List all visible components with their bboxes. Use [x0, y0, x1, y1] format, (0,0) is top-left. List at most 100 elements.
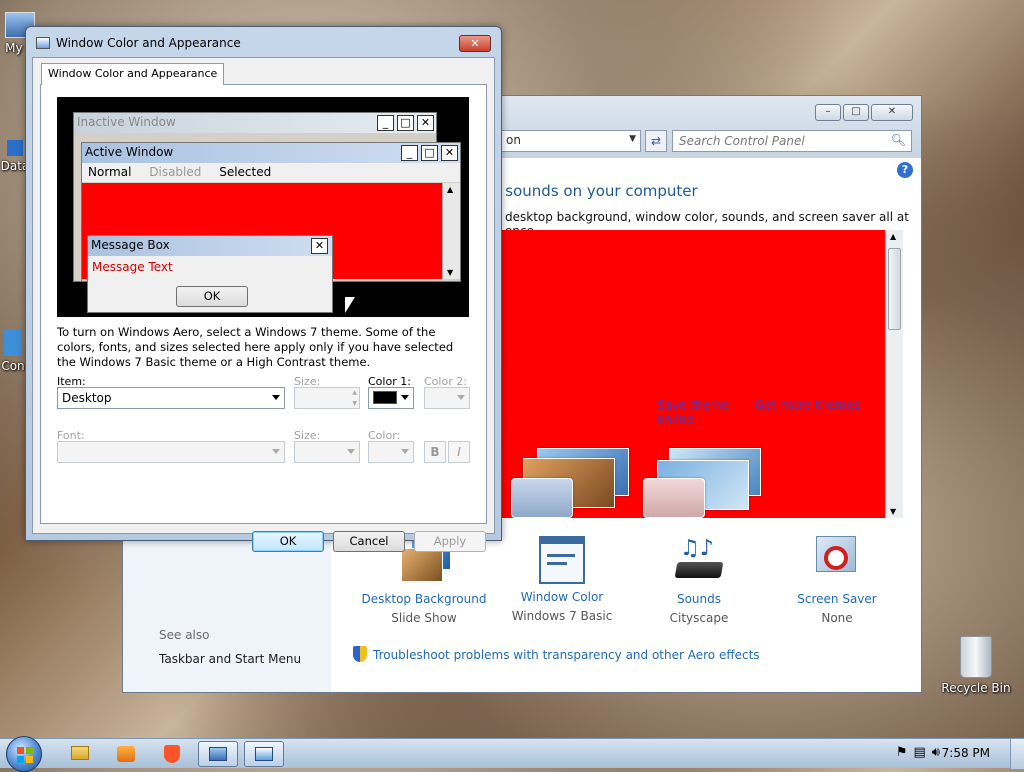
scroll-down-icon[interactable]: ▼ [890, 507, 896, 516]
apply-button[interactable]: Apply [414, 531, 486, 552]
close-icon: ✕ [441, 145, 458, 161]
desktop-icon-label: Recycle Bin [941, 681, 1011, 695]
caption-buttons: – □ ✕ [815, 104, 913, 121]
maximize-icon: □ [397, 115, 414, 131]
network-icon[interactable]: ▤ [914, 745, 926, 760]
window-color-title: Window Color [520, 590, 604, 604]
screen-saver-option[interactable]: Screen Saver None [772, 536, 902, 625]
bold-button[interactable]: B [424, 441, 446, 463]
font-select[interactable] [57, 441, 285, 463]
scroll-up-icon[interactable]: ▲ [890, 232, 896, 241]
preview-ok-button: OK [176, 286, 248, 307]
chevron-down-icon [272, 395, 280, 400]
sounds-value: Cityscape [669, 611, 729, 625]
close-button[interactable]: ✕ [871, 104, 913, 121]
font-size-select[interactable] [294, 441, 360, 463]
preview-message-box[interactable]: Message Box ✕ Message Text OK [87, 235, 333, 313]
see-also-heading: See also [159, 628, 210, 642]
clock[interactable]: 7:58 PM [942, 746, 990, 760]
chevron-down-icon[interactable]: ▼ [629, 134, 636, 144]
dialog-title-icon [36, 37, 50, 49]
shortcut-icon [7, 140, 23, 156]
close-icon: ✕ [470, 37, 480, 50]
minimize-icon: _ [401, 145, 418, 161]
system-tray: ⚑ ▤ 🔊︎ [896, 745, 940, 760]
preview-scrollbar: ▲ ▼ [442, 183, 460, 279]
brave-icon [164, 745, 180, 763]
theme-thumbnail-2[interactable] [643, 448, 773, 518]
dialog-title: Window Color and Appearance [56, 36, 241, 50]
scroll-thumb[interactable] [888, 248, 901, 330]
color2-picker[interactable] [424, 387, 470, 409]
preview-inactive-caption: Inactive Window _ □ ✕ [74, 113, 436, 133]
desktop-icon-recycle-bin[interactable]: Recycle Bin [940, 636, 1012, 695]
font-color-picker[interactable] [368, 441, 414, 463]
dialog-close-button[interactable]: ✕ [459, 35, 491, 52]
address-bar[interactable]: on ▼ [501, 130, 641, 152]
dialog-client: Window Color and Appearance Inactive Win… [32, 57, 495, 552]
preview-menu-normal: Normal [88, 165, 132, 179]
recycle-bin-icon [960, 636, 992, 678]
taskbar-display-settings[interactable] [244, 741, 284, 767]
window-color-dialog[interactable]: Window Color and Appearance ✕ Window Col… [25, 26, 502, 552]
preview-message-text: Message Text [92, 260, 173, 274]
appearance-preview[interactable]: Inactive Window _ □ ✕ Active Window _ □ … [57, 97, 469, 317]
desktop-icon-con[interactable]: Con [0, 330, 26, 373]
chevron-down-icon [457, 395, 465, 400]
taskbar-explorer[interactable] [60, 741, 100, 767]
preview-message-caption: Message Box ✕ [88, 236, 332, 256]
taskbar: ⚑ ▤ 🔊︎ 7:58 PM [0, 736, 1024, 772]
themes-scrollbar[interactable]: ▲ ▼ [885, 230, 903, 518]
preview-active-title: Active Window [85, 145, 174, 159]
taskbar-media-player[interactable] [106, 741, 146, 767]
tab-window-color[interactable]: Window Color and Appearance [41, 63, 225, 85]
spinner-down-icon: ▼ [352, 400, 357, 407]
desktop-background-title: Desktop Background [361, 592, 487, 606]
refresh-button[interactable]: ⇄ [645, 130, 667, 152]
scroll-down-icon: ▼ [447, 268, 454, 277]
taskbar-control-panel[interactable] [198, 741, 238, 767]
troubleshoot-link[interactable]: Troubleshoot problems with transparency … [353, 646, 760, 662]
search-icon[interactable]: 🔍︎ [891, 133, 906, 147]
start-button[interactable] [6, 736, 42, 772]
preview-menu-bar: Normal Disabled Selected [82, 163, 460, 182]
item-select-value: Desktop [62, 391, 112, 405]
color1-picker[interactable] [368, 387, 414, 409]
screen-saver-title: Screen Saver [797, 592, 877, 606]
window-color-value: Windows 7 Basic [511, 609, 613, 623]
display-settings-icon [255, 747, 273, 761]
help-icon[interactable]: ? [897, 162, 913, 178]
preview-menu-disabled: Disabled [149, 165, 202, 179]
theme-links: Save theme Get more themes online [657, 398, 921, 426]
theme-thumbnail-1[interactable] [511, 448, 641, 518]
preview-inactive-title: Inactive Window [77, 115, 176, 129]
show-desktop-button[interactable] [1010, 739, 1024, 769]
preview-active-caption: Active Window _ □ ✕ [82, 143, 460, 163]
window-color-option[interactable]: Window Color Windows 7 Basic [497, 536, 627, 623]
taskbar-brave[interactable] [152, 741, 192, 767]
save-theme-link[interactable]: Save theme [657, 398, 729, 412]
volume-icon[interactable]: 🔊︎ [932, 745, 940, 760]
maximize-button[interactable]: □ [843, 104, 869, 121]
media-player-icon [117, 746, 135, 762]
shortcut-icon [4, 330, 22, 356]
minimize-icon: _ [377, 115, 394, 131]
close-icon: ✕ [311, 238, 328, 254]
item-select[interactable]: Desktop [57, 387, 285, 409]
italic-button[interactable]: I [448, 441, 470, 463]
item-size-spinner[interactable]: ▲ ▼ [294, 387, 360, 409]
ok-button[interactable]: OK [252, 531, 324, 552]
control-panel-icon [209, 747, 227, 761]
preview-menu-selected: Selected [219, 165, 272, 179]
shield-icon [353, 646, 367, 662]
screen-saver-icon [812, 536, 862, 586]
themes-list[interactable] [501, 230, 903, 518]
search-input[interactable]: Search Control Panel 🔍︎ [672, 130, 912, 152]
action-center-icon[interactable]: ⚑ [896, 745, 908, 760]
sounds-option[interactable]: ♫♪ Sounds Cityscape [634, 536, 764, 625]
cancel-button[interactable]: Cancel [333, 531, 405, 552]
refresh-icon: ⇄ [650, 134, 662, 148]
taskbar-start-menu-link[interactable]: Taskbar and Start Menu [159, 652, 301, 666]
minimize-button[interactable]: – [815, 104, 841, 121]
aero-description: To turn on Windows Aero, select a Window… [57, 325, 454, 369]
